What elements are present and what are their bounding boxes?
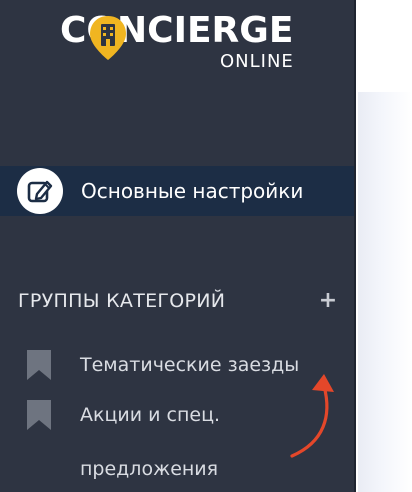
category-item-label-line-1: Акции и спец. [80, 404, 221, 426]
edit-icon [17, 168, 63, 214]
menu-item-label: Основные настройки [81, 179, 304, 203]
sidebar: CONCIERGE ONLINE Основные настройки ГРУП… [0, 0, 356, 492]
main-content [358, 0, 412, 492]
bookmark-icon [27, 350, 51, 380]
bookmark-icon [27, 400, 51, 430]
category-item-promotions[interactable]: Акции и спец. предложения [26, 399, 220, 492]
section-title: ГРУППЫ КАТЕГОРИЙ [18, 290, 226, 312]
category-item-label: Тематические заезды [80, 354, 300, 376]
location-pin-icon [90, 16, 126, 60]
category-item-label-line-2: предложения [80, 458, 219, 480]
annotation-arrow [290, 374, 334, 458]
page: CONCIERGE ONLINE Основные настройки ГРУП… [0, 0, 412, 492]
menu-item-main-settings[interactable]: Основные настройки [0, 166, 354, 216]
category-item-thematic[interactable]: Тематические заезды [26, 349, 299, 392]
content-panel [358, 92, 412, 492]
logo[interactable]: CONCIERGE ONLINE [58, 8, 298, 74]
category-item-label: Акции и спец. предложения [80, 388, 220, 492]
plus-icon[interactable]: + [318, 286, 338, 316]
top-bar [358, 0, 412, 92]
category-groups-header: ГРУППЫ КАТЕГОРИЙ + [18, 286, 338, 316]
logo-subtitle: ONLINE [220, 51, 294, 72]
